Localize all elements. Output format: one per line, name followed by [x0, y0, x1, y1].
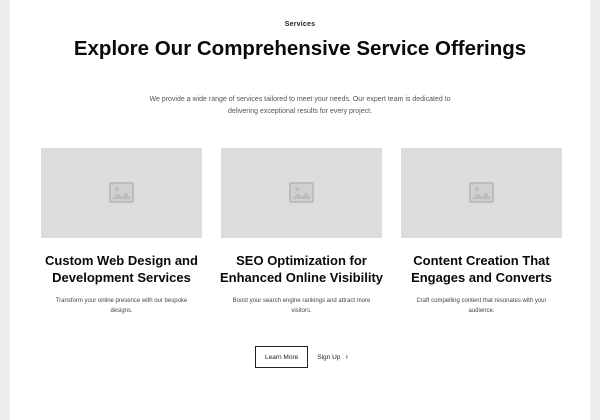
image-placeholder-icon: [469, 182, 494, 203]
card-description: Transform your online presence with our …: [55, 298, 188, 314]
image-placeholder-icon: [289, 182, 314, 203]
sign-up-link[interactable]: Sign Up ›: [317, 353, 348, 361]
image-placeholder-icon: [109, 182, 134, 203]
learn-more-button[interactable]: Learn More: [255, 346, 309, 368]
card-image-placeholder: [221, 148, 382, 238]
chevron-right-icon: ›: [345, 352, 349, 361]
services-section: Services Explore Our Comprehensive Servi…: [10, 0, 590, 420]
card-description: Craft compelling content that resonates …: [416, 298, 547, 314]
card-title: Content Creation That Engages and Conver…: [411, 253, 552, 285]
section-title: Explore Our Comprehensive Service Offeri…: [73, 37, 527, 60]
card-image-placeholder: [41, 148, 202, 238]
service-card-content: Content Creation That Engages and Conver…: [401, 148, 562, 314]
card-image-placeholder: [401, 148, 562, 238]
card-description: Boost your search engine rankings and at…: [232, 298, 371, 314]
service-card-seo: SEO Optimization for Enhanced Online Vis…: [220, 148, 383, 314]
card-title: SEO Optimization for Enhanced Online Vis…: [219, 253, 384, 285]
section-tagline: Services: [284, 21, 316, 28]
sign-up-label: Sign Up: [317, 353, 341, 361]
cta-group: Learn More Sign Up ›: [255, 346, 348, 368]
service-card-web-design: Custom Web Design and Development Servic…: [41, 148, 202, 314]
card-title: Custom Web Design and Development Servic…: [45, 253, 198, 285]
section-intro: We provide a wide range of services tail…: [149, 96, 451, 115]
